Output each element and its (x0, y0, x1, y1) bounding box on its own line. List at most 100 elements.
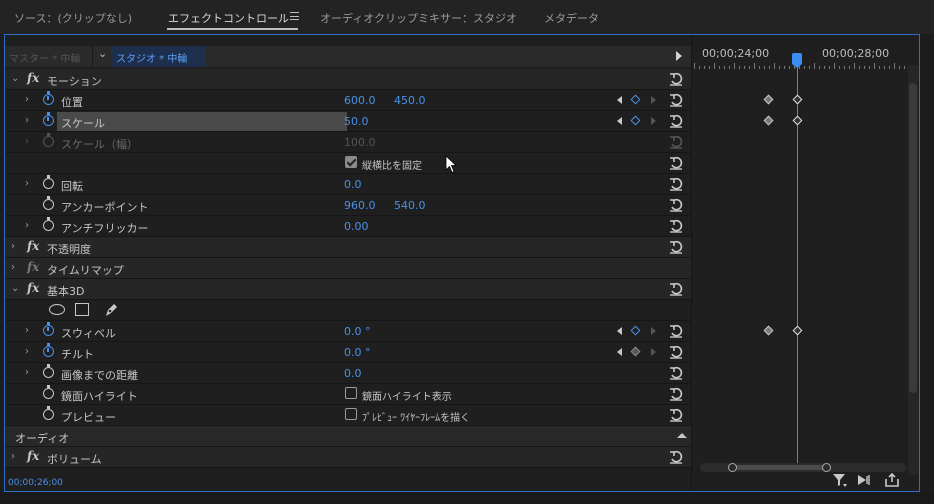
reset-icon[interactable] (669, 408, 683, 422)
reset-icon[interactable] (669, 198, 683, 212)
stopwatch-icon[interactable] (43, 364, 54, 378)
property-row-preview[interactable]: プレビュー ﾌﾟﾚﾋﾞｭｰ ﾜｲﾔｰﾌﾚｰﾑを描く (5, 405, 691, 426)
reset-icon[interactable] (669, 345, 683, 359)
keyframe-icon[interactable] (792, 115, 803, 126)
reset-icon[interactable] (669, 324, 683, 338)
expand-chevron-icon[interactable]: › (25, 346, 29, 357)
reset-icon[interactable] (669, 93, 683, 107)
uniform-scale-checkbox[interactable] (345, 156, 357, 168)
play-only-icon[interactable] (857, 472, 873, 488)
keyframe-icon[interactable] (792, 325, 803, 336)
fx-toggle-icon[interactable]: fx (27, 281, 39, 295)
timeline-vertical-scrollbar[interactable] (908, 65, 918, 475)
stopwatch-icon[interactable] (43, 196, 54, 210)
effect-row-time-remap[interactable]: › fx タイムリマップ (5, 258, 691, 279)
property-row-rotation[interactable]: › 回転 0.0 (5, 174, 691, 195)
next-keyframe-icon[interactable] (651, 348, 656, 356)
ellipse-mask-icon[interactable] (49, 304, 65, 315)
property-row-distance[interactable]: › 画像までの距離 0.0 (5, 363, 691, 384)
export-icon[interactable] (884, 472, 900, 488)
preview-wireframe-checkbox[interactable] (345, 408, 357, 420)
add-keyframe-icon[interactable] (630, 346, 641, 357)
prev-keyframe-icon[interactable] (617, 348, 622, 356)
filter-icon[interactable] (832, 472, 848, 488)
fx-toggle-icon[interactable]: fx (27, 239, 39, 253)
reset-icon[interactable] (669, 114, 683, 128)
fx-toggle-icon[interactable]: fx (27, 71, 39, 85)
reset-icon[interactable] (669, 282, 683, 296)
tab-metadata[interactable]: メタデータ (544, 10, 599, 26)
current-timecode[interactable]: 00;00;26;00 (8, 478, 63, 488)
timeline-zoom-bar[interactable] (700, 463, 906, 472)
property-row-swivel[interactable]: › スウィベル 0.0 ° (5, 321, 691, 342)
keyframe-icon[interactable] (763, 94, 774, 105)
effect-row-volume[interactable]: › fx ボリューム (5, 447, 691, 468)
add-keyframe-icon[interactable] (630, 94, 641, 105)
property-row-position[interactable]: › 位置 600.0 450.0 (5, 90, 691, 111)
antiflicker-value[interactable]: 0.00 (344, 220, 369, 233)
scale-value[interactable]: 50.0 (344, 115, 369, 128)
add-keyframe-icon[interactable] (630, 115, 641, 126)
tilt-value[interactable]: 0.0 ° (344, 346, 371, 359)
keyframe-timeline[interactable]: 00;00;24;00 00;00;28;00 (691, 35, 919, 491)
collapse-section-icon[interactable] (677, 433, 687, 438)
expand-chevron-icon[interactable]: › (25, 367, 29, 378)
rect-mask-icon[interactable] (75, 303, 89, 316)
expand-chevron-icon[interactable]: › (11, 241, 15, 252)
master-clip-label[interactable]: マスター * 中輪 (9, 50, 80, 65)
fx-toggle-icon[interactable]: fx (27, 449, 39, 463)
show-timeline-toggle-icon[interactable] (676, 51, 682, 61)
tab-source[interactable]: ソース：(クリップなし) (14, 10, 132, 26)
tab-effect-controls[interactable]: エフェクトコントロール (168, 10, 289, 26)
panel-menu-icon[interactable] (290, 12, 299, 20)
prev-keyframe-icon[interactable] (617, 327, 622, 335)
sequence-clip-selector[interactable]: スタジオ * 中輪 (111, 46, 206, 67)
reset-icon[interactable] (669, 177, 683, 191)
playhead-handle[interactable] (792, 53, 802, 68)
next-keyframe-icon[interactable] (651, 117, 656, 125)
specular-checkbox[interactable] (345, 387, 357, 399)
rotation-value[interactable]: 0.0 (344, 178, 362, 191)
tab-audio-clip-mixer[interactable]: オーディオクリップミキサー：スタジオ (320, 10, 517, 26)
effect-row-basic-3d[interactable]: ⌄ fx 基本3D (5, 279, 691, 300)
next-keyframe-icon[interactable] (651, 327, 656, 335)
reset-icon[interactable] (669, 156, 683, 170)
stopwatch-icon[interactable] (43, 406, 54, 420)
prev-keyframe-icon[interactable] (617, 96, 622, 104)
anchor-x-value[interactable]: 960.0 (344, 199, 376, 212)
fx-toggle-icon[interactable]: fx (27, 260, 39, 274)
audio-section-header[interactable]: オーディオ (5, 426, 691, 447)
position-y-value[interactable]: 450.0 (394, 94, 426, 107)
stopwatch-icon[interactable] (43, 112, 54, 126)
zoom-range[interactable] (730, 465, 826, 470)
expand-chevron-icon[interactable]: › (25, 178, 29, 189)
expand-chevron-icon[interactable]: › (25, 220, 29, 231)
stopwatch-icon[interactable] (43, 91, 54, 105)
keyframe-icon[interactable] (763, 115, 774, 126)
expand-chevron-icon[interactable]: › (25, 94, 29, 105)
keyframe-icon[interactable] (792, 94, 803, 105)
next-keyframe-icon[interactable] (651, 96, 656, 104)
zoom-handle-right[interactable] (822, 463, 831, 472)
expand-chevron-icon[interactable]: › (11, 262, 15, 273)
expand-chevron-icon[interactable]: › (11, 451, 15, 462)
reset-icon[interactable] (669, 72, 683, 86)
reset-icon[interactable] (669, 450, 683, 464)
property-row-scale[interactable]: › スケール 50.0 (5, 111, 691, 132)
scrollbar-thumb[interactable] (909, 83, 917, 393)
effect-row-motion[interactable]: ⌄ fx モーション (5, 69, 691, 90)
sequence-dropdown-chevron-icon[interactable]: ⌄ (98, 47, 107, 60)
property-row-antiflicker[interactable]: › アンチフリッカー 0.00 (5, 216, 691, 237)
effect-row-opacity[interactable]: › fx 不透明度 (5, 237, 691, 258)
swivel-value[interactable]: 0.0 ° (344, 325, 371, 338)
property-row-tilt[interactable]: › チルト 0.0 ° (5, 342, 691, 363)
expand-chevron-icon[interactable]: › (25, 115, 29, 126)
reset-icon[interactable] (669, 387, 683, 401)
property-row-specular[interactable]: 鏡面ハイライト 鏡面ハイライト表示 (5, 384, 691, 405)
reset-icon[interactable] (669, 240, 683, 254)
expand-chevron-icon[interactable]: › (25, 325, 29, 336)
stopwatch-icon[interactable] (43, 217, 54, 231)
prev-keyframe-icon[interactable] (617, 117, 622, 125)
property-row-anchor-point[interactable]: アンカーポイント 960.0 540.0 (5, 195, 691, 216)
stopwatch-icon[interactable] (43, 343, 54, 357)
